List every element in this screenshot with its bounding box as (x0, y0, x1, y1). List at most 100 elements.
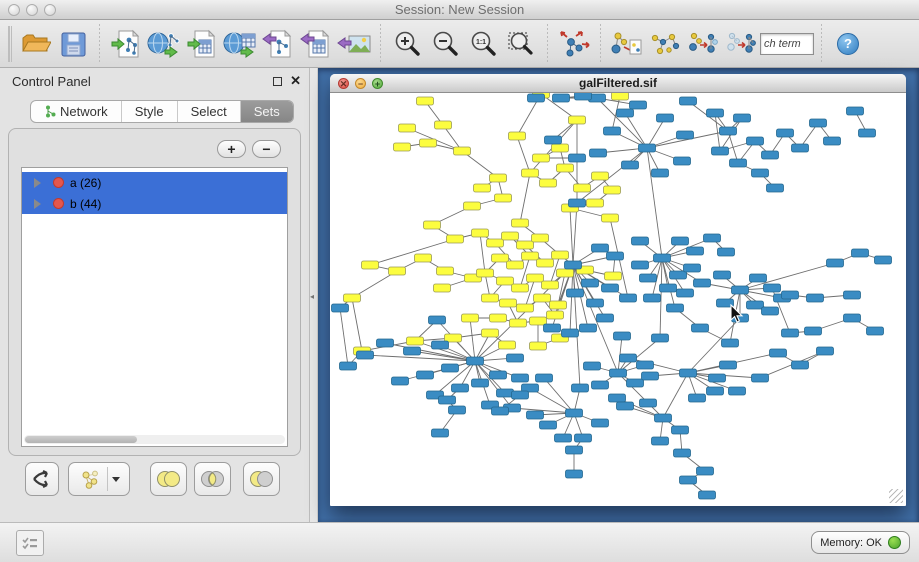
graph-node[interactable] (575, 93, 592, 100)
save-session-button[interactable] (54, 25, 92, 63)
graph-node[interactable] (590, 149, 607, 157)
graph-node[interactable] (565, 261, 582, 269)
set-row-a[interactable]: a (26) (22, 172, 287, 193)
network-view-window[interactable]: ✕ − + galFiltered.sif (330, 74, 906, 506)
graph-node[interactable] (707, 387, 724, 395)
graph-node[interactable] (545, 136, 562, 144)
graph-node[interactable] (770, 349, 787, 357)
graph-node[interactable] (477, 269, 494, 277)
graph-node[interactable] (867, 327, 884, 335)
graph-node[interactable] (632, 237, 649, 245)
graph-node[interactable] (637, 361, 654, 369)
graph-node[interactable] (807, 294, 824, 302)
graph-node[interactable] (762, 307, 779, 315)
set-union-button[interactable] (150, 462, 187, 496)
graph-node[interactable] (587, 199, 604, 207)
close-panel-icon[interactable]: ✕ (290, 73, 301, 89)
memory-status-button[interactable]: Memory: OK (811, 531, 910, 554)
graph-node[interactable] (439, 396, 456, 404)
graph-node[interactable] (714, 271, 731, 279)
graph-node[interactable] (415, 254, 432, 262)
graph-node[interactable] (827, 259, 844, 267)
graph-node[interactable] (687, 247, 704, 255)
graph-node[interactable] (509, 132, 526, 140)
graph-node[interactable] (449, 406, 466, 414)
graph-node[interactable] (569, 199, 586, 207)
graph-node[interactable] (530, 317, 547, 325)
graph-node[interactable] (544, 324, 561, 332)
graph-node[interactable] (394, 143, 411, 151)
graph-node[interactable] (699, 491, 716, 499)
graph-node[interactable] (747, 137, 764, 145)
graph-node[interactable] (490, 371, 507, 379)
graph-node[interactable] (534, 294, 551, 302)
graph-node[interactable] (764, 284, 781, 292)
graph-node[interactable] (674, 449, 691, 457)
graph-node[interactable] (680, 476, 697, 484)
graph-node[interactable] (567, 289, 584, 297)
graph-node[interactable] (357, 351, 374, 359)
graph-node[interactable] (592, 244, 609, 252)
graph-node[interactable] (482, 329, 499, 337)
apply-layout-button[interactable] (555, 25, 593, 63)
graph-node[interactable] (555, 434, 572, 442)
help-button[interactable]: ? (837, 33, 859, 55)
graph-node[interactable] (609, 394, 626, 402)
graph-node[interactable] (464, 202, 481, 210)
dropdown-caret-icon[interactable] (112, 477, 120, 482)
graph-node[interactable] (432, 429, 449, 437)
graph-node[interactable] (844, 291, 861, 299)
graph-node[interactable] (672, 237, 689, 245)
graph-node[interactable] (527, 274, 544, 282)
set-intersection-button[interactable] (194, 462, 231, 496)
graph-node[interactable] (709, 374, 726, 382)
graph-node[interactable] (622, 161, 639, 169)
graph-node[interactable] (407, 337, 424, 345)
graph-node[interactable] (614, 332, 631, 340)
graph-node[interactable] (512, 391, 529, 399)
graph-node[interactable] (694, 279, 711, 287)
graph-node[interactable] (533, 154, 550, 162)
import-table-web-button[interactable] (221, 25, 259, 63)
graph-node[interactable] (507, 354, 524, 362)
zoom-in-button[interactable] (388, 25, 426, 63)
graph-node[interactable] (782, 291, 799, 299)
graph-node[interactable] (732, 286, 749, 294)
graph-node[interactable] (557, 269, 574, 277)
graph-node[interactable] (580, 324, 597, 332)
graph-node[interactable] (574, 184, 591, 192)
set-row-b[interactable]: b (44) (22, 193, 287, 214)
graph-node[interactable] (447, 235, 464, 243)
graph-node[interactable] (730, 159, 747, 167)
graph-node[interactable] (652, 334, 669, 342)
graph-node[interactable] (420, 139, 437, 147)
graph-node[interactable] (424, 221, 441, 229)
graph-node[interactable] (752, 169, 769, 177)
titlebar[interactable]: Session: New Session (0, 0, 919, 20)
graph-node[interactable] (344, 294, 361, 302)
graph-node[interactable] (502, 232, 519, 240)
graph-node[interactable] (512, 219, 529, 227)
graph-node[interactable] (429, 316, 446, 324)
graph-node[interactable] (720, 127, 737, 135)
graph-node[interactable] (562, 329, 579, 337)
graph-node[interactable] (680, 369, 697, 377)
import-table-file-button[interactable] (183, 25, 221, 63)
graph-node[interactable] (482, 294, 499, 302)
tab-network[interactable]: Network (31, 101, 122, 122)
graph-node[interactable] (552, 251, 569, 259)
graph-node[interactable] (697, 467, 714, 475)
graph-node[interactable] (597, 314, 614, 322)
graph-node[interactable] (557, 164, 574, 172)
expander-icon[interactable] (34, 178, 41, 188)
graph-node[interactable] (718, 248, 735, 256)
graph-node[interactable] (707, 109, 724, 117)
graph-node[interactable] (720, 361, 737, 369)
graph-node[interactable] (777, 129, 794, 137)
graph-node[interactable] (432, 341, 449, 349)
graph-node[interactable] (620, 354, 637, 362)
graph-node[interactable] (587, 299, 604, 307)
export-network-button[interactable] (259, 25, 297, 63)
graph-node[interactable] (522, 169, 539, 177)
scrollbar-thumb[interactable] (25, 436, 137, 443)
